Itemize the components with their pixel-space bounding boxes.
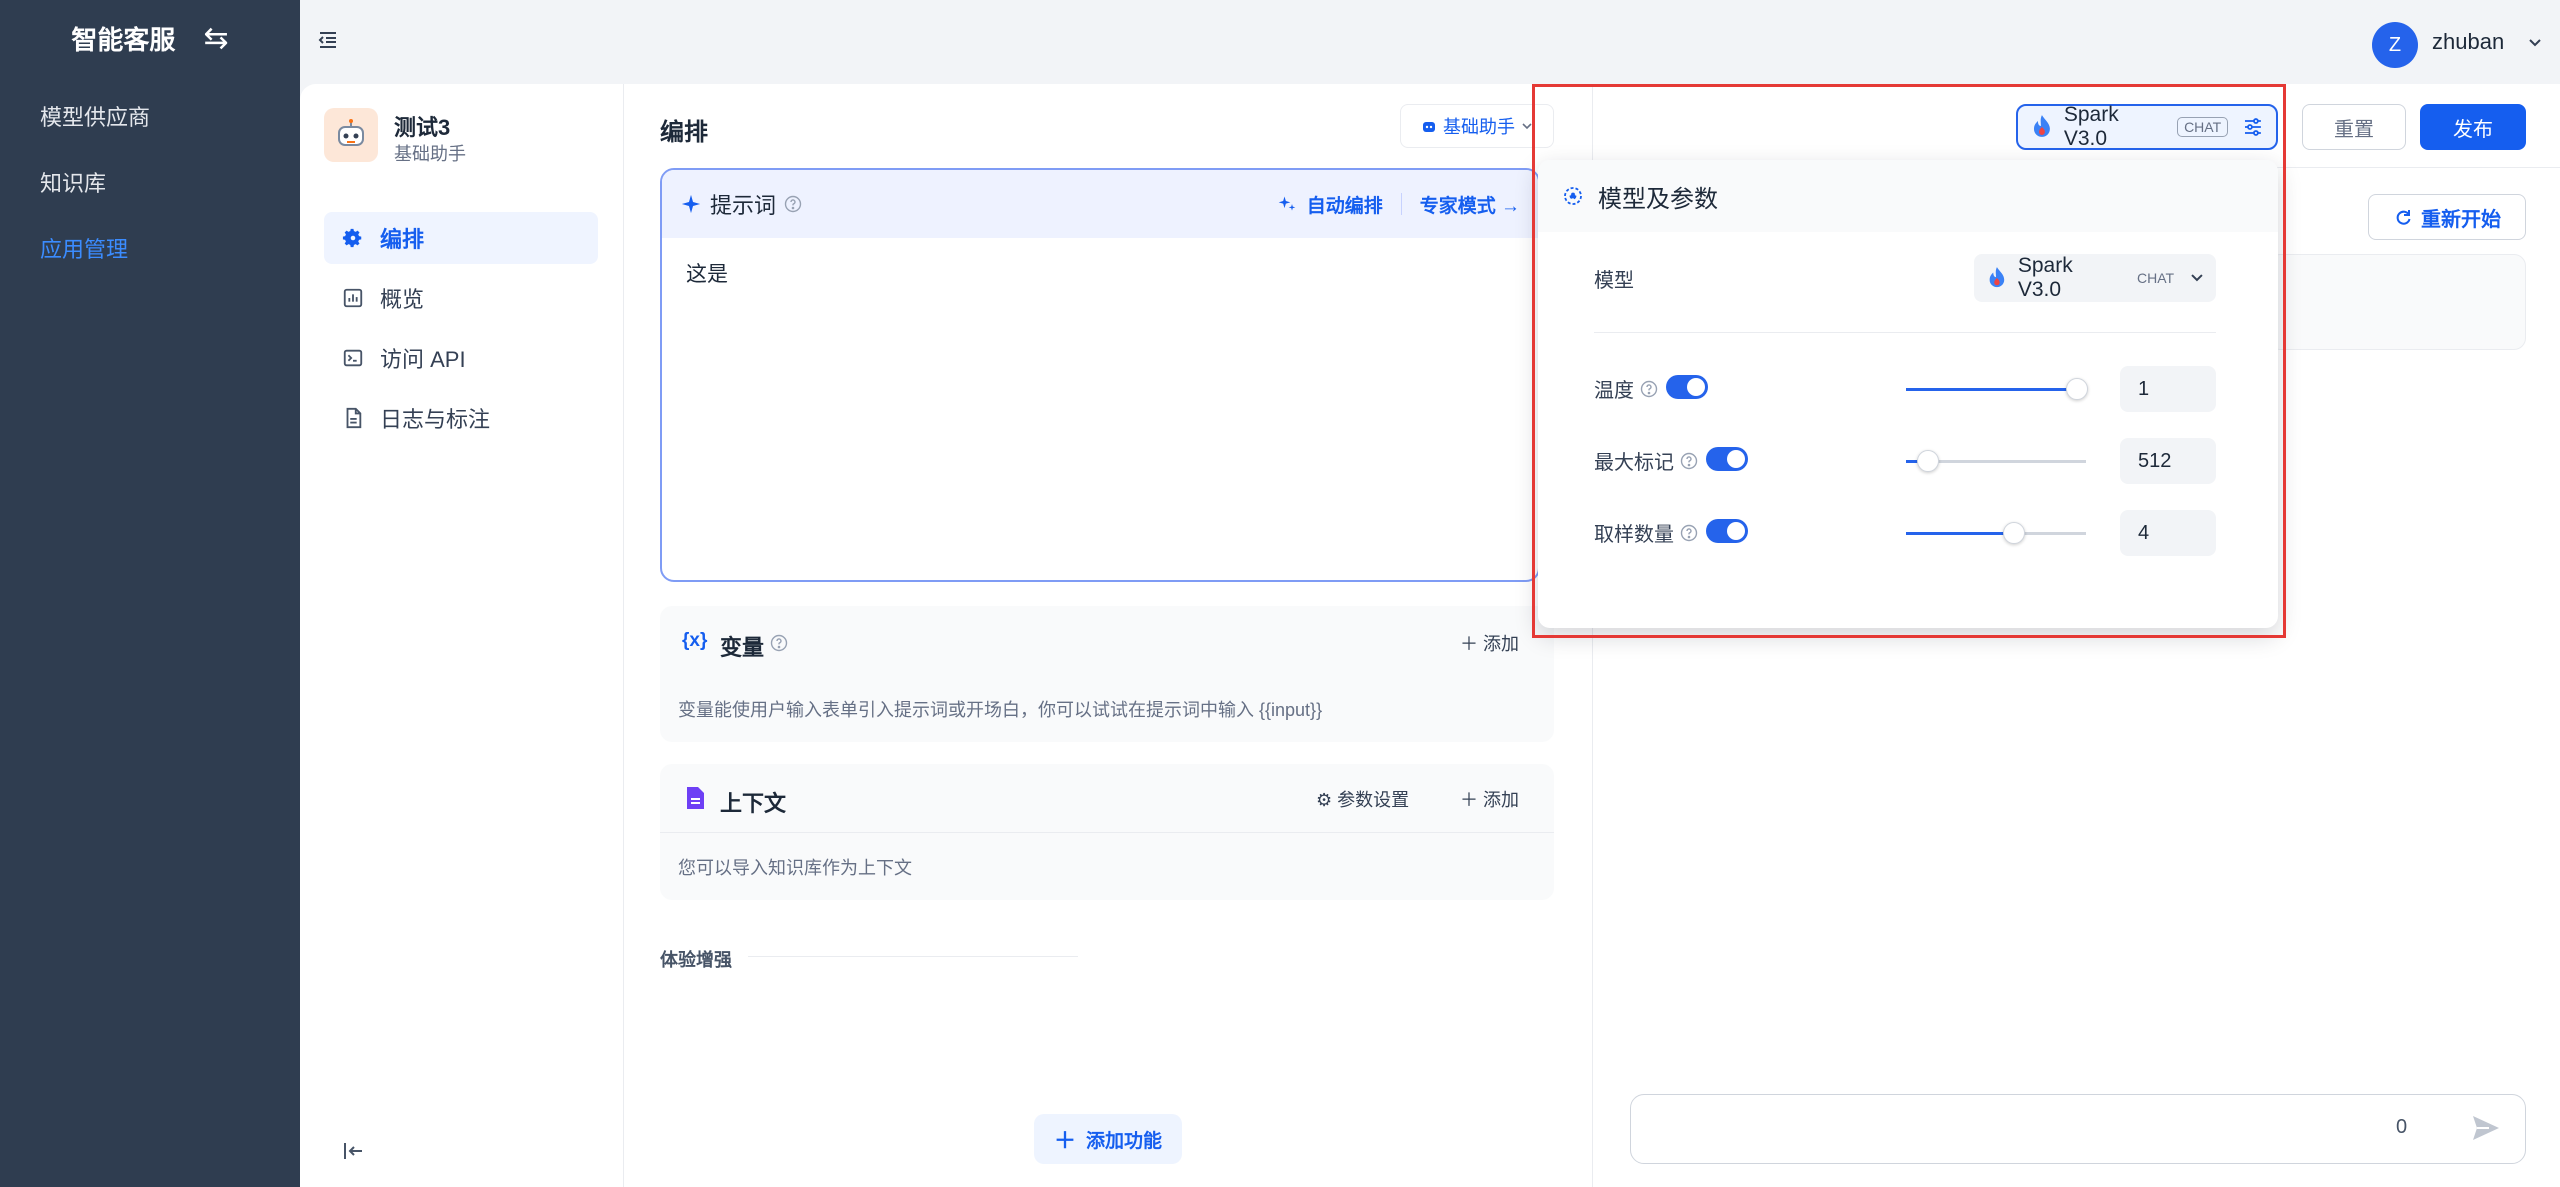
context-description: 您可以导入知识库作为上下文: [678, 858, 912, 878]
robot-icon: [324, 108, 378, 162]
brand: 智能客服 ⇆: [0, 18, 300, 58]
assistant-mode-select[interactable]: 基础助手: [1400, 104, 1554, 148]
plus-icon: ＋: [1053, 1128, 1076, 1153]
help-icon[interactable]: [784, 195, 802, 213]
add-feature-button[interactable]: ＋ 添加功能: [1034, 1114, 1182, 1164]
context-add-button[interactable]: ＋ 添加: [1460, 786, 1519, 812]
chat-input[interactable]: [1630, 1094, 2526, 1164]
variable-icon: {x}: [682, 630, 708, 651]
terminal-icon: [343, 349, 363, 367]
auto-arrange-button[interactable]: 自动编排: [1307, 191, 1383, 218]
experience-label: 体验增强: [660, 950, 732, 970]
variables-title: 变量: [720, 635, 765, 660]
sidebar-item-model-providers[interactable]: 模型供应商: [40, 100, 150, 132]
sparkle-icon: [1278, 196, 1296, 211]
collapse-sidebar-icon[interactable]: [342, 1140, 364, 1162]
sidebar-item-app-management[interactable]: 应用管理: [40, 232, 128, 264]
refresh-icon: [2396, 210, 2411, 225]
prompt-textarea[interactable]: 这是: [686, 258, 728, 288]
document-icon: [346, 407, 362, 429]
app-name: 测试3: [394, 115, 451, 140]
param-settings-label: 参数设置: [1337, 790, 1410, 810]
sidebar-item-knowledge-base[interactable]: 知识库: [40, 166, 106, 198]
variables-section: {x} 变量 ＋ 添加 变量能使用户输入表单引入提示词或开场白，你可以试试在提示…: [660, 606, 1554, 742]
avatar[interactable]: Z: [2372, 22, 2418, 68]
top-bar: [300, 0, 2560, 84]
menu-label: 概览: [380, 287, 425, 312]
menu-label: 编排: [380, 227, 425, 252]
robot-icon: [1423, 122, 1435, 132]
chat-message: [2268, 254, 2526, 350]
menu-label: 访问 API: [380, 347, 466, 372]
restart-label: 重新开始: [2421, 208, 2501, 231]
prompt-editor: 提示词 自动编排 专家模式 → 这是: [660, 168, 1540, 582]
gear-icon: [342, 228, 362, 248]
prompt-title: 提示词: [710, 193, 777, 218]
app-menu-item-overview[interactable]: 概览: [324, 272, 598, 324]
chart-icon: [343, 288, 363, 308]
highlight-box: [1532, 84, 2286, 638]
switch-icon[interactable]: ⇆: [203, 21, 228, 56]
context-section: 上下文 ⚙ 参数设置 ＋ 添加 您可以导入知识库作为上下文: [660, 764, 1554, 900]
char-count: 0: [2396, 1116, 2408, 1138]
chevron-down-icon[interactable]: [2528, 36, 2542, 50]
app-menu-item-api[interactable]: 访问 API: [324, 332, 598, 384]
add-label: 添加: [1483, 790, 1520, 810]
brand-name: 智能客服: [71, 24, 176, 55]
sparkle-icon: [681, 194, 701, 214]
divider: [660, 832, 1554, 833]
variables-description: 变量能使用户输入表单引入提示词或开场白，你可以试试在提示词中输入 {{input…: [678, 700, 1323, 720]
add-label: 添加: [1483, 634, 1520, 654]
prompt-header: 提示词 自动编排 专家模式 →: [662, 170, 1538, 238]
reset-button[interactable]: 重置: [2302, 104, 2406, 150]
panel-title: 编排: [660, 119, 708, 146]
file-icon: [687, 787, 704, 809]
context-title: 上下文: [720, 791, 787, 816]
app-menu-item-arrange[interactable]: 编排: [324, 212, 598, 264]
send-icon[interactable]: [2470, 1112, 2502, 1144]
param-settings-button[interactable]: ⚙ 参数设置: [1316, 786, 1409, 812]
restart-button[interactable]: 重新开始: [2368, 194, 2526, 240]
app-type: 基础助手: [394, 144, 466, 164]
add-feature-label: 添加功能: [1086, 1130, 1163, 1152]
username[interactable]: zhuban: [2432, 29, 2504, 55]
publish-button[interactable]: 发布: [2420, 104, 2526, 150]
assistant-mode-label: 基础助手: [1443, 117, 1515, 137]
help-icon[interactable]: [770, 634, 788, 652]
divider: [748, 956, 1078, 957]
menu-label: 日志与标注: [380, 407, 491, 432]
menu-fold-icon[interactable]: [316, 28, 340, 52]
app-menu-item-logs[interactable]: 日志与标注: [324, 392, 598, 444]
expert-mode-button[interactable]: 专家模式 →: [1420, 191, 1520, 218]
variables-add-button[interactable]: ＋ 添加: [1460, 630, 1519, 656]
